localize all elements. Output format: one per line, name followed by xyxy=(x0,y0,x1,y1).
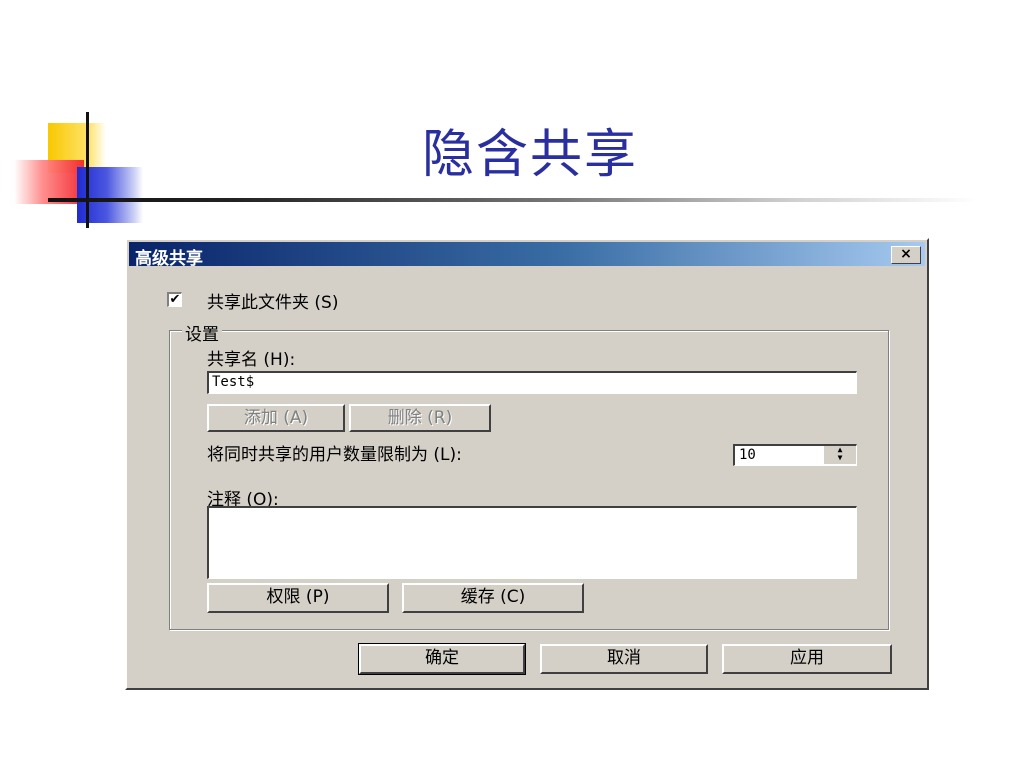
share-name-label: 共享名 (H): xyxy=(207,350,296,370)
dialog-titlebar: 高级共享 × xyxy=(129,242,925,269)
settings-group-label: 设置 xyxy=(182,320,222,345)
advanced-sharing-dialog: 高级共享 × ✔ 共享此文件夹 (S) 设置 共享名 (H): Test$ 添加… xyxy=(125,238,929,690)
dialog-title: 高级共享 xyxy=(135,249,203,269)
share-name-input[interactable]: Test$ xyxy=(207,371,857,394)
user-limit-value[interactable]: 10 xyxy=(739,447,756,463)
spinner-down-icon[interactable]: ▼ xyxy=(824,454,856,462)
decor-horizontal-line xyxy=(48,198,978,202)
spinner-arrows[interactable]: ▲ ▼ xyxy=(823,446,856,464)
close-button[interactable]: × xyxy=(891,246,921,264)
share-folder-checkbox[interactable]: ✔ xyxy=(167,292,182,307)
apply-button[interactable]: 应用 xyxy=(722,644,892,674)
ok-button[interactable]: 确定 xyxy=(358,643,526,675)
add-button[interactable]: 添加 (A) xyxy=(207,404,345,432)
remove-button[interactable]: 删除 (R) xyxy=(349,404,491,432)
share-folder-label[interactable]: 共享此文件夹 (S) xyxy=(207,288,338,313)
user-limit-spinner[interactable]: 10 ▲ ▼ xyxy=(733,444,857,466)
slide-title: 隐含共享 xyxy=(421,125,638,185)
cancel-button[interactable]: 取消 xyxy=(540,644,708,674)
permissions-button[interactable]: 权限 (P) xyxy=(207,583,389,613)
comment-input[interactable] xyxy=(207,506,857,579)
caching-button[interactable]: 缓存 (C) xyxy=(402,583,584,613)
user-limit-label: 将同时共享的用户数量限制为 (L): xyxy=(207,445,462,465)
decor-vertical-line xyxy=(86,112,89,228)
